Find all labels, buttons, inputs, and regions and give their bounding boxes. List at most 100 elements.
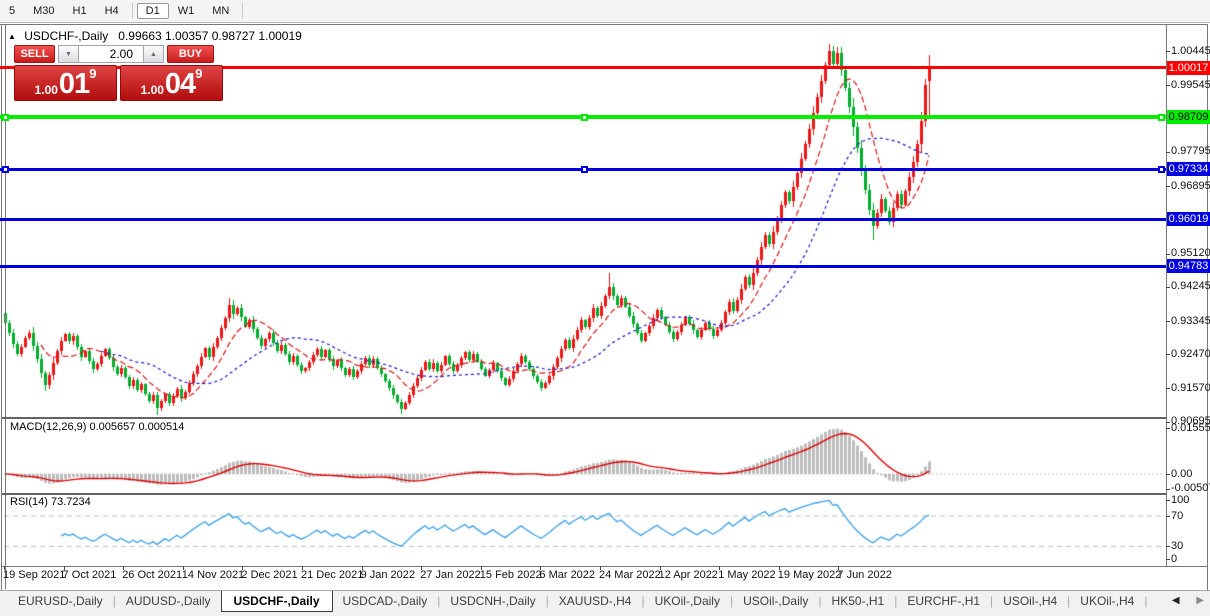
timeframe-button-mn[interactable]: MN	[203, 3, 238, 19]
macd-axis-tick	[1166, 488, 1170, 490]
price-badge-0.98709: 0.98709	[1167, 110, 1210, 125]
sell-price-prefix: 1.00	[34, 83, 58, 97]
horizontal-line-0.94783[interactable]	[0, 264, 1166, 268]
chart-tab-usoilh4[interactable]: USOil-,H4	[993, 591, 1067, 610]
chart-tab-usdcnhdaily[interactable]: USDCNH-,Daily	[440, 591, 545, 610]
volume-decrease-button[interactable]: ▼	[58, 45, 79, 63]
price-axis-tick	[1166, 388, 1170, 390]
time-axis-tick	[540, 566, 542, 570]
time-axis-tick	[778, 566, 780, 570]
chart-tab-usoildaily[interactable]: USOil-,Daily	[733, 591, 818, 610]
chart-tab-audusddaily[interactable]: AUDUSD-,Daily	[116, 591, 221, 610]
line-handle-left[interactable]	[2, 113, 9, 121]
sell-price-pip: 9	[89, 66, 97, 81]
price-axis-label: 0.92470	[1171, 347, 1210, 360]
volume-increase-button[interactable]: ▲	[143, 45, 164, 63]
price-axis-separator	[1166, 24, 1167, 566]
buy-button[interactable]: BUY	[167, 45, 214, 63]
price-axis-tick	[1166, 151, 1170, 153]
line-handle-center[interactable]	[581, 165, 588, 173]
time-axis-label: 19 Sep 2021	[3, 569, 66, 581]
time-axis-label: 9 Jan 2022	[360, 569, 416, 581]
line-handle-right[interactable]	[1158, 113, 1165, 121]
price-axis-tick	[1166, 321, 1170, 323]
collapse-triangle-icon[interactable]: ▲	[8, 32, 16, 41]
price-axis-label: 0.94245	[1171, 280, 1210, 293]
price-axis-label: 0.91570	[1171, 381, 1210, 394]
time-axis-tick	[361, 566, 363, 570]
timeframe-toolbar: 5 M30 H1 H4 D1 W1 MN	[0, 0, 1210, 23]
time-axis-tick	[4, 566, 5, 570]
timeframe-button-5[interactable]: 5	[0, 3, 24, 19]
time-axis-tick	[600, 566, 601, 570]
time-axis-label: 6 Mar 2022	[539, 569, 596, 581]
timeframe-button-h4[interactable]: H4	[96, 3, 128, 19]
tab-scroll-arrows: ◀ ▶	[1158, 595, 1204, 606]
time-axis-tick	[242, 566, 244, 570]
tab-scroll-right-icon[interactable]: ▶	[1196, 595, 1204, 606]
tab-separator: |	[1144, 594, 1148, 608]
price-badge-0.94783: 0.94783	[1167, 259, 1210, 274]
toolbar-separator	[131, 3, 133, 19]
macd-axis-tick	[1166, 428, 1170, 430]
macd-axis-label: 0.01555	[1171, 421, 1210, 434]
time-axis-label: 14 Nov 2021	[181, 569, 245, 581]
price-badge-0.97334: 0.97334	[1167, 162, 1210, 177]
line-handle-right[interactable]	[1158, 165, 1165, 173]
window-border-right	[1207, 24, 1208, 590]
volume-input[interactable]: 2.00	[79, 45, 143, 63]
time-axis-label: 12 Apr 2022	[658, 569, 718, 581]
timeframe-button-m30[interactable]: M30	[24, 3, 63, 19]
chart-plot-area[interactable]	[0, 24, 1166, 590]
chart-ohlc-values: 0.99663 1.00357 0.98727 1.00019	[118, 29, 302, 43]
macd-axis-label: 0.00	[1171, 467, 1193, 480]
time-axis-label: 21 Dec 2021	[301, 569, 364, 581]
chart-tab-xauusdh4[interactable]: XAUUSD-,H4	[549, 591, 642, 610]
time-axis-label: 26 Oct 2021	[122, 569, 183, 581]
time-axis-tick	[719, 566, 721, 570]
timeframe-button-w1[interactable]: W1	[169, 3, 204, 19]
tab-scroll-left-icon[interactable]: ◀	[1172, 595, 1180, 606]
price-axis-tick	[1166, 354, 1170, 356]
chart-tab-usdcaddaily[interactable]: USDCAD-,Daily	[333, 591, 438, 610]
main-macd-separator[interactable]	[2, 417, 1166, 419]
price-axis-label: 0.96895	[1171, 179, 1210, 192]
macd-rsi-separator[interactable]	[2, 493, 1166, 495]
time-axis-tick	[63, 566, 65, 570]
buy-price-pip: 9	[195, 66, 203, 81]
price-axis-label: 0.93345	[1171, 314, 1210, 327]
rsi-axis-tick	[1166, 516, 1170, 517]
time-axis-label: 27 Jan 2022	[420, 569, 481, 581]
chart-tab-ukoilh4[interactable]: UKOil-,H4	[1070, 591, 1144, 610]
rsi-axis-tick	[1166, 559, 1170, 560]
time-axis-label: 24 Mar 2022	[599, 569, 661, 581]
price-axis-tick	[1166, 186, 1170, 188]
sell-button[interactable]: SELL	[14, 45, 55, 63]
timeframe-button-d1[interactable]: D1	[136, 3, 169, 19]
chart-tab-hk50h1[interactable]: HK50-,H1	[822, 591, 895, 610]
window-border-top	[0, 24, 1208, 25]
chart-tab-bar: EURUSD-,Daily | AUDUSD-,Daily USDCHF-,Daily…	[0, 590, 1210, 616]
chart-tab-ukoildaily[interactable]: UKOil-,Daily	[645, 591, 730, 610]
price-axis-tick	[1166, 286, 1170, 288]
time-axis-label: 7 Jun 2022	[837, 569, 892, 581]
price-axis-tick	[1166, 51, 1170, 53]
time-axis-tick	[123, 566, 125, 570]
line-handle-center[interactable]	[581, 113, 588, 121]
price-axis-label: 0.99545	[1171, 78, 1210, 91]
rsi-axis-label: 0	[1171, 552, 1178, 565]
line-handle-left[interactable]	[2, 165, 9, 173]
one-click-trading-panel: SELL ▼ 2.00 ▲ BUY 1.00 01 9 1.00 04 9	[14, 45, 224, 101]
timeframe-button-h1[interactable]: H1	[64, 3, 96, 19]
rsi-axis-tick	[1166, 500, 1170, 501]
chart-tab-usdchfdaily[interactable]: USDCHF-,Daily	[220, 591, 333, 612]
horizontal-line-0.96019[interactable]	[0, 217, 1166, 221]
rsi-axis-label: 70	[1171, 509, 1184, 522]
chart-tab-eurusddaily[interactable]: EURUSD-,Daily	[8, 591, 113, 610]
buy-price-button[interactable]: 1.00 04 9	[120, 65, 223, 101]
sell-price-button[interactable]: 1.00 01 9	[14, 65, 117, 101]
chart-tab-eurchfh1[interactable]: EURCHF-,H1	[897, 591, 990, 610]
price-axis-tick	[1166, 253, 1170, 255]
buy-price-big: 04	[164, 68, 196, 100]
time-axis-label: 1 May 2022	[718, 569, 776, 581]
